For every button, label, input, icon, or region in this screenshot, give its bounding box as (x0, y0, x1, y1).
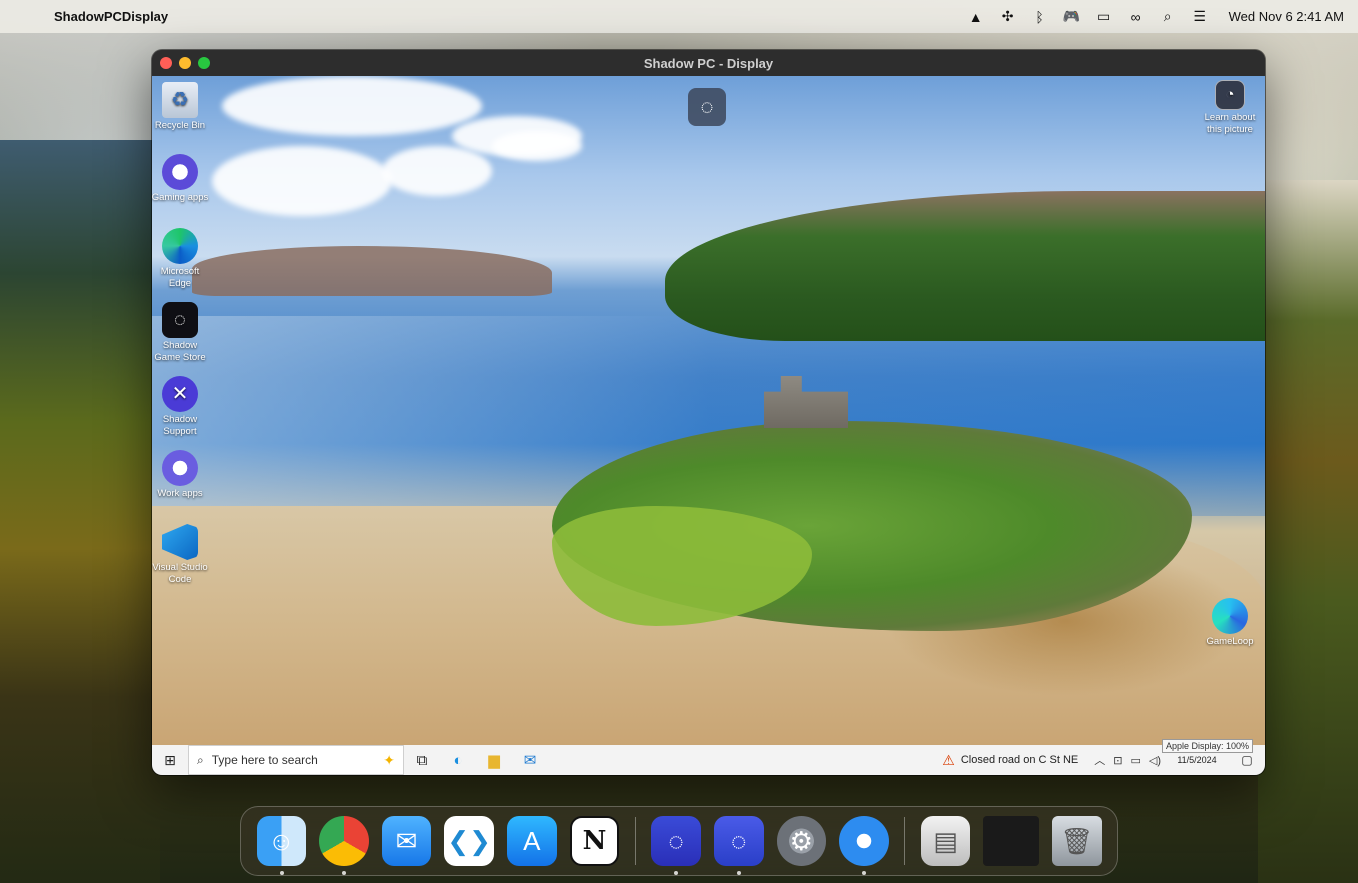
controls-icon[interactable]: ✣ (999, 8, 1017, 25)
gaming-apps-icon (162, 154, 198, 190)
bluetooth-icon[interactable]: ᛒ (1031, 9, 1049, 25)
desktop-icon-label: Recycle Bin (154, 120, 206, 131)
close-window-button[interactable] (160, 57, 172, 69)
wallpaper-cloud (492, 131, 582, 161)
display-icon[interactable]: ▭ (1130, 754, 1140, 767)
safari-icon[interactable] (839, 816, 889, 875)
search-placeholder: Type here to search (211, 753, 318, 767)
start-button[interactable]: ⊞ (152, 745, 188, 775)
fullscreen-window-button[interactable] (198, 57, 210, 69)
work-apps-icon (162, 450, 198, 486)
edge-icon (162, 228, 198, 264)
window-title: Shadow PC - Display (643, 55, 774, 71)
notification-icon[interactable]: ▢ (1237, 753, 1257, 767)
link-icon[interactable]: ∞ (1127, 9, 1145, 25)
disk-image-icon[interactable]: ▤ (920, 816, 971, 866)
remote-desktop[interactable]: ◌ ♻ Recycle Bin Gaming apps Microsoft Ed… (152, 76, 1265, 745)
volume-icon[interactable]: ◁) (1149, 754, 1161, 767)
desktop-icon-label: Microsoft Edge (160, 266, 200, 289)
running-indicator (279, 871, 284, 875)
desktop-icon-edge[interactable]: Microsoft Edge (152, 228, 210, 290)
wallpaper-far-hills (192, 246, 552, 296)
minimize-window-button[interactable] (179, 57, 191, 69)
menu-bar: ShadowPCDisplay ▲ ✣ ᛒ 🎮 ▭ ∞ ⌕ ☰ Wed Nov … (0, 0, 1358, 33)
wallpaper-cloud (222, 76, 482, 136)
window-preview-icon[interactable] (983, 816, 1039, 866)
shadow-pc-window: Shadow PC - Display ◌ ♻ Recycle Bin Gami… (152, 50, 1265, 775)
vscode-icon[interactable]: ❮❯ (444, 816, 494, 866)
shadow-app-icon[interactable]: ▲ (967, 9, 985, 25)
wallpaper-cloud (382, 146, 492, 196)
shadow-game-store-icon: ◌ (162, 302, 198, 338)
shadow-overlay-icon[interactable]: ◌ (688, 88, 726, 126)
taskbar-clock[interactable]: 11/5/2024 (1167, 755, 1227, 766)
news-text: Closed road on C St NE (960, 754, 1079, 766)
control-center-icon[interactable]: ☰ (1191, 8, 1209, 25)
desktop-icon-gaming-apps[interactable]: Gaming apps (152, 154, 210, 204)
running-indicator (862, 871, 867, 875)
wallpaper-cloud (212, 146, 392, 216)
taskbar-news-widget[interactable]: ⚠ Closed road on C St NE (942, 752, 1078, 769)
app-store-icon[interactable]: A (507, 816, 557, 866)
chrome-icon[interactable] (319, 816, 369, 875)
notion-icon[interactable]: N (569, 816, 620, 866)
network-icon[interactable]: ⊡ (1113, 754, 1122, 767)
dock-separator (634, 817, 636, 865)
taskbar-mail-icon[interactable]: ✉ (512, 745, 548, 775)
taskbar-file-explorer-icon[interactable]: ▆ (476, 745, 512, 775)
shadow-support-icon: ✕ (162, 376, 198, 412)
search-icon: ⌕ (197, 752, 204, 767)
trash-icon[interactable]: 🗑 (1051, 816, 1102, 866)
taskbar-search-box[interactable]: ⌕ Type here to search ✦ (188, 745, 404, 775)
menu-clock[interactable]: Wed Nov 6 2:41 AM (1229, 9, 1344, 24)
desktop-icon-work-apps[interactable]: Work apps (152, 450, 210, 500)
display-tooltip: Apple Display: 100% (1162, 739, 1254, 753)
desktop-icon-shadow-game-store[interactable]: ◌ Shadow Game Store (152, 302, 210, 364)
desktop-icon-label: Shadow Game Store (154, 340, 206, 363)
dock-separator (904, 817, 906, 865)
vscode-icon (162, 524, 198, 560)
desktop-icon-label: Gaming apps (152, 192, 209, 203)
desktop-icon-recycle-bin[interactable]: ♻ Recycle Bin (152, 82, 210, 132)
learn-picture-icon: ◔ (1215, 80, 1245, 110)
windows-taskbar: ⊞ ⌕ Type here to search ✦ ⧉ ◐ ▆ ✉ ⚠ Clos… (152, 739, 1265, 775)
tray-overflow-icon[interactable]: ︿ (1094, 752, 1105, 768)
traffic-alert-icon: ⚠ (942, 751, 955, 768)
system-tray: ︿ ⊡ ▭ ◁) (1094, 752, 1161, 768)
mail-icon[interactable]: ✉ (381, 816, 432, 866)
shadow-pc-icon[interactable]: ◌ (713, 816, 764, 875)
window-titlebar[interactable]: Shadow PC - Display (152, 50, 1265, 76)
gameloop-icon (1212, 598, 1248, 634)
gamepad-icon[interactable]: 🎮 (1063, 8, 1081, 25)
desktop-icon-gameloop[interactable]: GameLoop (1200, 598, 1260, 648)
wallpaper-forest (665, 191, 1265, 341)
taskbar-edge-icon[interactable]: ◐ (440, 745, 476, 775)
desktop-icon-label: Visual Studio Code (152, 562, 208, 585)
desktop-icon-label: Learn about this picture (1204, 112, 1256, 135)
search-icon[interactable]: ⌕ (1159, 8, 1177, 25)
taskbar-date: 11/5/2024 (1177, 754, 1217, 765)
desktop-icon-learn-picture[interactable]: ◔ Learn about this picture (1200, 80, 1260, 136)
running-indicator (674, 871, 679, 875)
finder-icon[interactable]: ☺ (256, 816, 307, 875)
system-settings-icon[interactable]: ⚙ (776, 816, 827, 866)
mac-dock: ☺ ✉ ❮❯ A N ◌ ◌ ⚙ ▤ 🗑 (240, 806, 1118, 876)
desktop-wallpaper-right (1258, 180, 1358, 883)
sparkle-icon: ✦ (383, 751, 395, 768)
recycle-bin-icon: ♻ (162, 82, 198, 118)
desktop-icon-label: Work apps (157, 488, 203, 499)
desktop-icon-label: Shadow Support (162, 414, 198, 437)
app-name-menu[interactable]: ShadowPCDisplay (54, 9, 168, 24)
shadow-icon[interactable]: ◌ (651, 816, 701, 875)
task-view-button[interactable]: ⧉ (404, 745, 440, 775)
running-indicator (342, 871, 347, 875)
desktop-wallpaper-left (0, 140, 160, 883)
battery-icon[interactable]: ▭ (1095, 8, 1113, 25)
status-menus: ▲ ✣ ᛒ 🎮 ▭ ∞ ⌕ ☰ Wed Nov 6 2:41 AM (967, 8, 1344, 25)
desktop-icon-shadow-support[interactable]: ✕ Shadow Support (152, 376, 210, 438)
running-indicator (736, 871, 741, 875)
desktop-icon-label: GameLoop (1206, 636, 1254, 647)
desktop-icon-vscode[interactable]: Visual Studio Code (152, 524, 210, 586)
